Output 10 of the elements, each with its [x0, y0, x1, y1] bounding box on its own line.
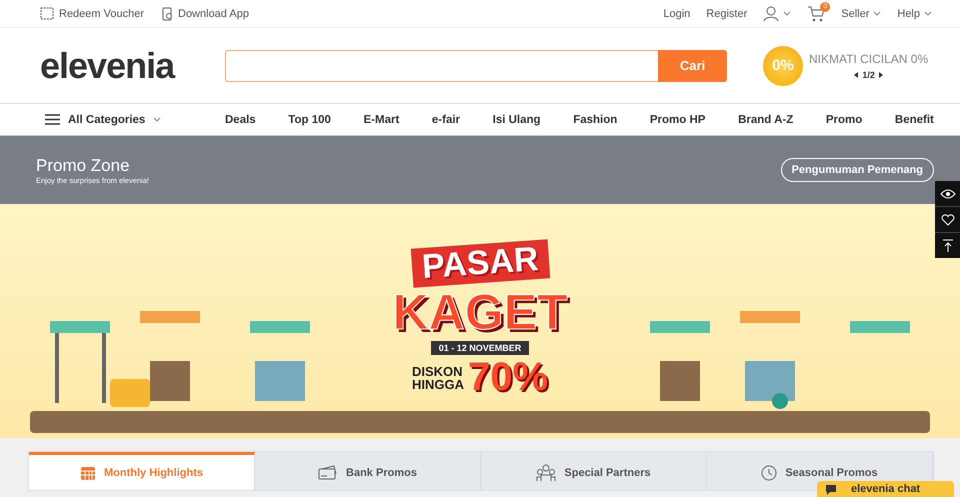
page-indicator: 1/2	[862, 70, 875, 80]
link-label: Redeem Voucher	[59, 8, 144, 20]
banner-title: PASAR	[410, 239, 550, 288]
link-label: Download App	[178, 8, 249, 20]
banner-label: HINGGA	[412, 378, 464, 390]
banner-dates: 01 - 12 NOVEMBER	[430, 341, 530, 355]
page-title: Promo Zone	[36, 156, 131, 176]
banner-label: DISKON	[412, 364, 464, 378]
zero-percent-coin: 0%	[763, 46, 803, 86]
discount-text: 70%	[468, 355, 548, 400]
